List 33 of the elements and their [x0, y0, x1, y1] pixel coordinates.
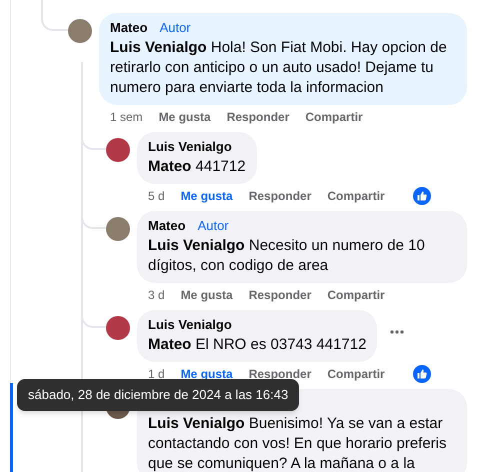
author-label: Autor	[158, 20, 192, 36]
comment-text: Mateo 441712	[148, 157, 246, 177]
like-link[interactable]: Me gusta	[180, 187, 233, 205]
share-link[interactable]: Compartir	[305, 108, 363, 126]
avatar[interactable]	[68, 19, 92, 43]
reply-link[interactable]: Responder	[248, 187, 312, 205]
avatar[interactable]	[106, 316, 130, 340]
comment-text: Mateo El NRO es 03743 441712	[148, 335, 366, 355]
comment-text: Luis Venialgo Hola! Son Fiat Mobi. Hay opcion de retirarlo con anticipo o un auto usado! Dejame tu numero para enviarte toda la informacion	[110, 38, 448, 98]
reply-link[interactable]: Responder	[248, 286, 312, 304]
author-name[interactable]: Mateo	[148, 218, 186, 234]
author-name[interactable]: Luis Venialgo	[148, 139, 232, 155]
date-tooltip: sábado, 28 de diciembre de 2024 a las 16:43	[17, 379, 300, 411]
author-label: Autor	[196, 218, 230, 234]
author-name[interactable]: Luis Venialgo	[148, 317, 232, 333]
thumbs-up-icon[interactable]	[412, 187, 431, 205]
share-link[interactable]: Compartir	[327, 187, 385, 205]
comment-text: Luis Venialgo Buenisimo! Ya se van a estar contactando con vos! En que horario preferis que se comuniquen? A la mañana o a la	[148, 414, 448, 472]
avatar[interactable]	[106, 138, 130, 162]
share-link[interactable]: Compartir	[327, 365, 385, 383]
thumbs-up-icon[interactable]	[412, 365, 431, 383]
timestamp-link[interactable]: 3 d	[148, 286, 165, 304]
comment-text: Luis Venialgo Necesito un numero de 10 dígitos, con codigo de area	[148, 236, 426, 276]
timestamp-link[interactable]: 5 d	[148, 187, 165, 205]
author-name[interactable]: Mateo	[110, 20, 148, 36]
thread-line	[41, 0, 68, 31]
more-options-icon[interactable]	[390, 330, 404, 334]
like-link[interactable]: Me gusta	[180, 286, 233, 304]
timestamp-link[interactable]: 1 sem	[110, 108, 143, 126]
share-link[interactable]: Compartir	[327, 286, 385, 304]
avatar[interactable]	[106, 217, 130, 241]
like-link[interactable]: Me gusta	[158, 108, 211, 126]
reply-link[interactable]: Responder	[226, 108, 290, 126]
